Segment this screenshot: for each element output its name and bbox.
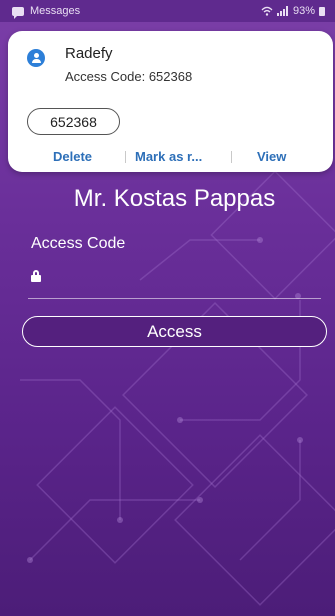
access-button[interactable]: Access	[22, 316, 327, 347]
copy-code-chip[interactable]: 652368	[27, 108, 120, 135]
access-code-input[interactable]	[48, 266, 322, 290]
signal-icon	[276, 6, 288, 16]
action-divider	[231, 151, 232, 163]
notification-sender: Radefy	[65, 45, 113, 62]
contact-avatar-icon	[27, 49, 45, 67]
mark-as-read-button[interactable]: Mark as r...	[135, 149, 202, 164]
action-divider	[125, 151, 126, 163]
message-icon	[12, 6, 24, 19]
status-right: 93%	[261, 5, 325, 17]
lock-icon	[31, 270, 41, 282]
user-name: Mr. Kostas Pappas	[73, 185, 276, 212]
access-code-label: Access Code	[31, 235, 126, 252]
battery-icon	[319, 6, 325, 16]
status-left: Messages	[12, 5, 81, 19]
view-button[interactable]: View	[257, 149, 286, 164]
battery-text: 93%	[292, 5, 315, 17]
app-screen: Messages 93% Radefy Access Code: 652368	[0, 0, 335, 616]
notification-actions: Delete Mark as r... View	[8, 145, 333, 167]
input-underline	[28, 298, 321, 299]
sms-notification[interactable]: Radefy Access Code: 652368 652368 Delete…	[8, 31, 333, 172]
delete-button[interactable]: Delete	[53, 149, 92, 164]
wifi-icon	[261, 6, 273, 16]
status-bar: Messages 93%	[0, 0, 335, 22]
notification-body: Access Code: 652368	[65, 69, 193, 84]
status-app-name: Messages	[30, 5, 81, 17]
